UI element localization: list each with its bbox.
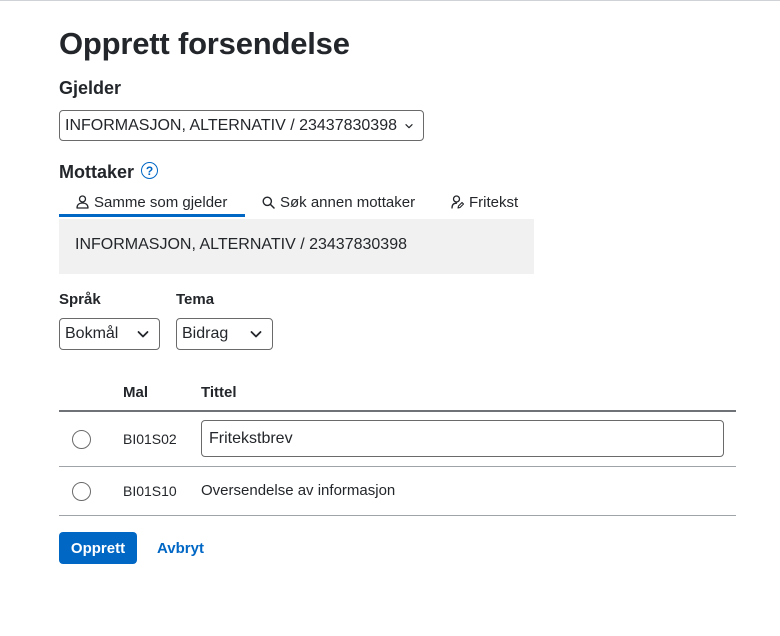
chevron-down-icon xyxy=(250,331,262,338)
search-icon xyxy=(262,196,275,209)
column-header-tittel: Tittel xyxy=(201,384,237,401)
recipient-tabs: Samme som gjelder Søk annen mottaker Fri… xyxy=(59,188,534,218)
sprak-select[interactable]: Bokmål xyxy=(59,318,160,350)
tab-label: Fritekst xyxy=(469,193,519,211)
tab-sok-annen-mottaker[interactable]: Søk annen mottaker xyxy=(262,188,415,216)
table-header-divider xyxy=(59,410,736,412)
tab-samme-som-gjelder[interactable]: Samme som gjelder xyxy=(76,188,227,216)
person-icon xyxy=(76,195,89,209)
gjelder-label: Gjelder xyxy=(59,78,122,98)
sprak-select-value: Bokmål xyxy=(65,325,119,342)
person-edit-icon xyxy=(451,195,464,209)
gjelder-select[interactable]: INFORMASJON, ALTERNATIV / 23437830398 xyxy=(59,110,424,141)
tab-fritekst[interactable]: Fritekst xyxy=(451,188,518,216)
help-icon[interactable]: ? xyxy=(141,162,158,179)
opprett-button[interactable]: Opprett xyxy=(59,532,137,564)
tab-label: Samme som gjelder xyxy=(94,193,228,211)
tab-label: Søk annen mottaker xyxy=(280,193,416,211)
mottaker-label: Mottaker xyxy=(59,162,135,182)
chevron-down-icon xyxy=(405,123,413,128)
sprak-label: Språk xyxy=(59,291,101,308)
page-title: Opprett forsendelse xyxy=(59,26,350,61)
table-row-divider xyxy=(59,466,736,467)
tema-label: Tema xyxy=(176,291,215,308)
recipient-panel: INFORMASJON, ALTERNATIV / 23437830398 xyxy=(59,219,534,274)
title-input[interactable] xyxy=(201,420,724,457)
table-row-divider xyxy=(59,515,736,516)
tema-select[interactable]: Bidrag xyxy=(176,318,273,350)
template-code: BI01S10 xyxy=(123,483,177,499)
row-radio-bi01s10[interactable] xyxy=(72,482,91,501)
recipient-text: INFORMASJON, ALTERNATIV / 23437830398 xyxy=(75,236,407,253)
template-title: Oversendelse av informasjon xyxy=(201,482,396,499)
row-radio-bi01s02[interactable] xyxy=(72,430,91,449)
chevron-down-icon xyxy=(137,331,149,338)
avbryt-button[interactable]: Avbryt xyxy=(151,532,210,564)
column-header-mal: Mal xyxy=(123,384,149,401)
tema-select-value: Bidrag xyxy=(182,325,229,342)
gjelder-select-value: INFORMASJON, ALTERNATIV / 23437830398 xyxy=(65,116,397,134)
template-code: BI01S02 xyxy=(123,431,177,447)
top-divider xyxy=(0,0,780,1)
active-tab-indicator xyxy=(59,214,245,217)
